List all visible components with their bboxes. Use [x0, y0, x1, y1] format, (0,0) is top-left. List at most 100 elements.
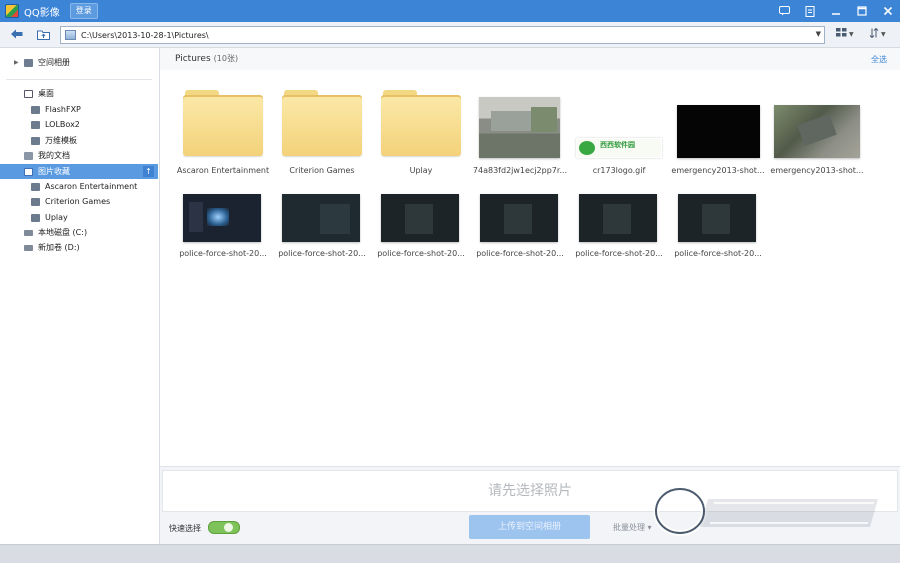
sidebar-item-label: Uplay [45, 213, 68, 222]
chevron-down-icon: ▼ [849, 30, 854, 38]
album-icon [24, 58, 33, 67]
folder-icon [31, 120, 40, 129]
sidebar-item-lolbox2[interactable]: LOLBox2 [0, 117, 158, 132]
logo-thumbnail: 西西软件园 [576, 138, 662, 158]
dropdown-arrow-icon[interactable]: ▼ [816, 30, 821, 38]
item-caption: police-force-shot-20... [575, 249, 663, 258]
expand-arrow-icon[interactable]: ▶ [14, 59, 20, 66]
sidebar-item-criterion[interactable]: Criterion Games [0, 194, 158, 209]
address-path: C:\Users\2013-10-28-1\Pictures\ [81, 30, 209, 40]
quick-select-toggle[interactable] [208, 521, 240, 534]
batch-label: 批量处理 [613, 523, 645, 532]
sidebar-item-drive-d[interactable]: 新加卷 (D:) [0, 240, 158, 255]
sidebar-item-label: 桌面 [38, 89, 54, 98]
grid-item-photo[interactable]: police-force-shot-20... [672, 188, 764, 268]
batch-process-button[interactable]: 批量处理 ▾ [613, 522, 652, 533]
item-caption: cr173logo.gif [592, 166, 646, 175]
qq-image-window: QQ影像 登录 C:\Users\2013-10-28-1\Pictures\ … [0, 0, 900, 563]
drive-icon [24, 244, 33, 251]
app-logo-icon [5, 4, 19, 18]
grid-item-photo[interactable]: police-force-shot-20... [177, 188, 269, 268]
item-caption: police-force-shot-20... [476, 249, 564, 258]
photo-thumbnail [677, 105, 760, 158]
picture-folder-icon [65, 30, 76, 40]
folder-icon [31, 213, 40, 222]
page-title: Pictures (10张) [175, 53, 238, 64]
grid-item-photo[interactable]: emergency2013-shot... [671, 88, 765, 180]
up-folder-icon[interactable] [36, 27, 50, 41]
app-title: QQ影像 [24, 7, 60, 19]
feedback-icon[interactable] [778, 5, 790, 17]
grid-item-photo[interactable]: police-force-shot-20... [573, 188, 665, 268]
drive-icon [24, 229, 33, 236]
sidebar-item-label: 万维模板 [45, 136, 77, 145]
grid-item-photo[interactable]: emergency2013-shot... [770, 88, 864, 180]
login-button[interactable]: 登录 [69, 3, 98, 19]
photo-thumbnail [381, 194, 459, 242]
sidebar-item-label: 空间相册 [38, 58, 70, 67]
window-controls [778, 0, 894, 22]
sidebar-item-ascaron[interactable]: Ascaron Entertainment [0, 179, 158, 194]
bottom-panel: 请先选择照片 快速选择 上传到空间相册 批量处理 ▾ [160, 466, 900, 545]
toolbar: C:\Users\2013-10-28-1\Pictures\ ▼ ▼ ▼ [0, 22, 900, 48]
folder-icon [31, 182, 40, 191]
upload-arrow-icon[interactable]: ↑ [143, 166, 154, 177]
photo-thumbnail [678, 194, 756, 242]
photo-thumbnail [774, 105, 860, 158]
grid-item-photo[interactable]: 74a83fd2jw1ecj2pp7r... [473, 88, 567, 180]
sidebar-item-flashfxp[interactable]: FlashFXP [0, 102, 158, 117]
close-icon[interactable] [882, 5, 894, 17]
content-area: Pictures (10张) 全选 Ascaron Entertainment C… [160, 48, 900, 466]
grid-item-photo[interactable]: police-force-shot-20... [276, 188, 368, 268]
item-caption: Ascaron Entertainment [176, 166, 270, 175]
grid-item-folder[interactable]: Criterion Games [276, 88, 368, 180]
grid-view-icon [836, 28, 847, 40]
skin-icon[interactable] [804, 5, 816, 17]
back-arrow-icon[interactable] [10, 27, 24, 41]
sidebar-item-pictures[interactable]: 图片收藏 ↑ [0, 164, 158, 179]
sidebar-item-album[interactable]: ▶ 空间相册 [0, 55, 158, 70]
sidebar-item-uplay[interactable]: Uplay [0, 210, 158, 225]
photo-count: (10张) [213, 54, 239, 63]
item-caption: emergency2013-shot... [770, 166, 864, 175]
item-caption: Criterion Games [289, 166, 355, 175]
sidebar-item-documents[interactable]: 我的文档 [0, 148, 158, 163]
pictures-icon [24, 167, 33, 176]
maximize-icon[interactable] [856, 5, 868, 17]
minimize-icon[interactable] [830, 5, 842, 17]
sort-button[interactable]: ▼ [869, 27, 886, 41]
sidebar-item-drive-c[interactable]: 本地磁盘 (C:) [0, 225, 158, 240]
sidebar-item-templates[interactable]: 万维模板 [0, 133, 158, 148]
desktop-icon [24, 89, 33, 98]
photo-thumbnail [479, 97, 560, 158]
grid-item-folder[interactable]: Ascaron Entertainment [177, 88, 269, 180]
sidebar-item-label: 图片收藏 [38, 167, 70, 176]
divider [6, 79, 152, 80]
item-caption: police-force-shot-20... [377, 249, 465, 258]
documents-icon [24, 151, 33, 160]
folder-icon [381, 90, 461, 156]
grid-item-folder[interactable]: Uplay [375, 88, 467, 180]
address-bar[interactable]: C:\Users\2013-10-28-1\Pictures\ ▼ [60, 26, 825, 44]
folder-icon [31, 105, 40, 114]
folder-icon [183, 90, 263, 156]
sidebar-item-label: 新加卷 (D:) [38, 243, 80, 252]
item-caption: police-force-shot-20... [674, 249, 762, 258]
grid-item-photo[interactable]: police-force-shot-20... [474, 188, 566, 268]
select-all-link[interactable]: 全选 [871, 54, 887, 65]
sidebar-item-desktop[interactable]: 桌面 [0, 86, 158, 101]
quick-select-label: 快速选择 [169, 524, 201, 533]
grid-item-photo[interactable]: 西西软件园 cr173logo.gif [573, 88, 665, 180]
folder-icon [31, 197, 40, 206]
item-caption: police-force-shot-20... [278, 249, 366, 258]
content-header: Pictures (10张) 全选 [160, 48, 900, 70]
sidebar-item-label: FlashFXP [45, 105, 81, 114]
sidebar-item-label: 本地磁盘 (C:) [38, 228, 88, 237]
status-bar [0, 544, 900, 563]
view-mode-button[interactable]: ▼ [836, 28, 854, 40]
logo-text: 西西软件园 [600, 141, 635, 149]
grid-item-photo[interactable]: police-force-shot-20... [375, 188, 467, 268]
sidebar-item-label: Criterion Games [45, 197, 111, 206]
upload-to-album-button[interactable]: 上传到空间相册 [469, 515, 590, 539]
title-bar: QQ影像 登录 [0, 0, 900, 22]
